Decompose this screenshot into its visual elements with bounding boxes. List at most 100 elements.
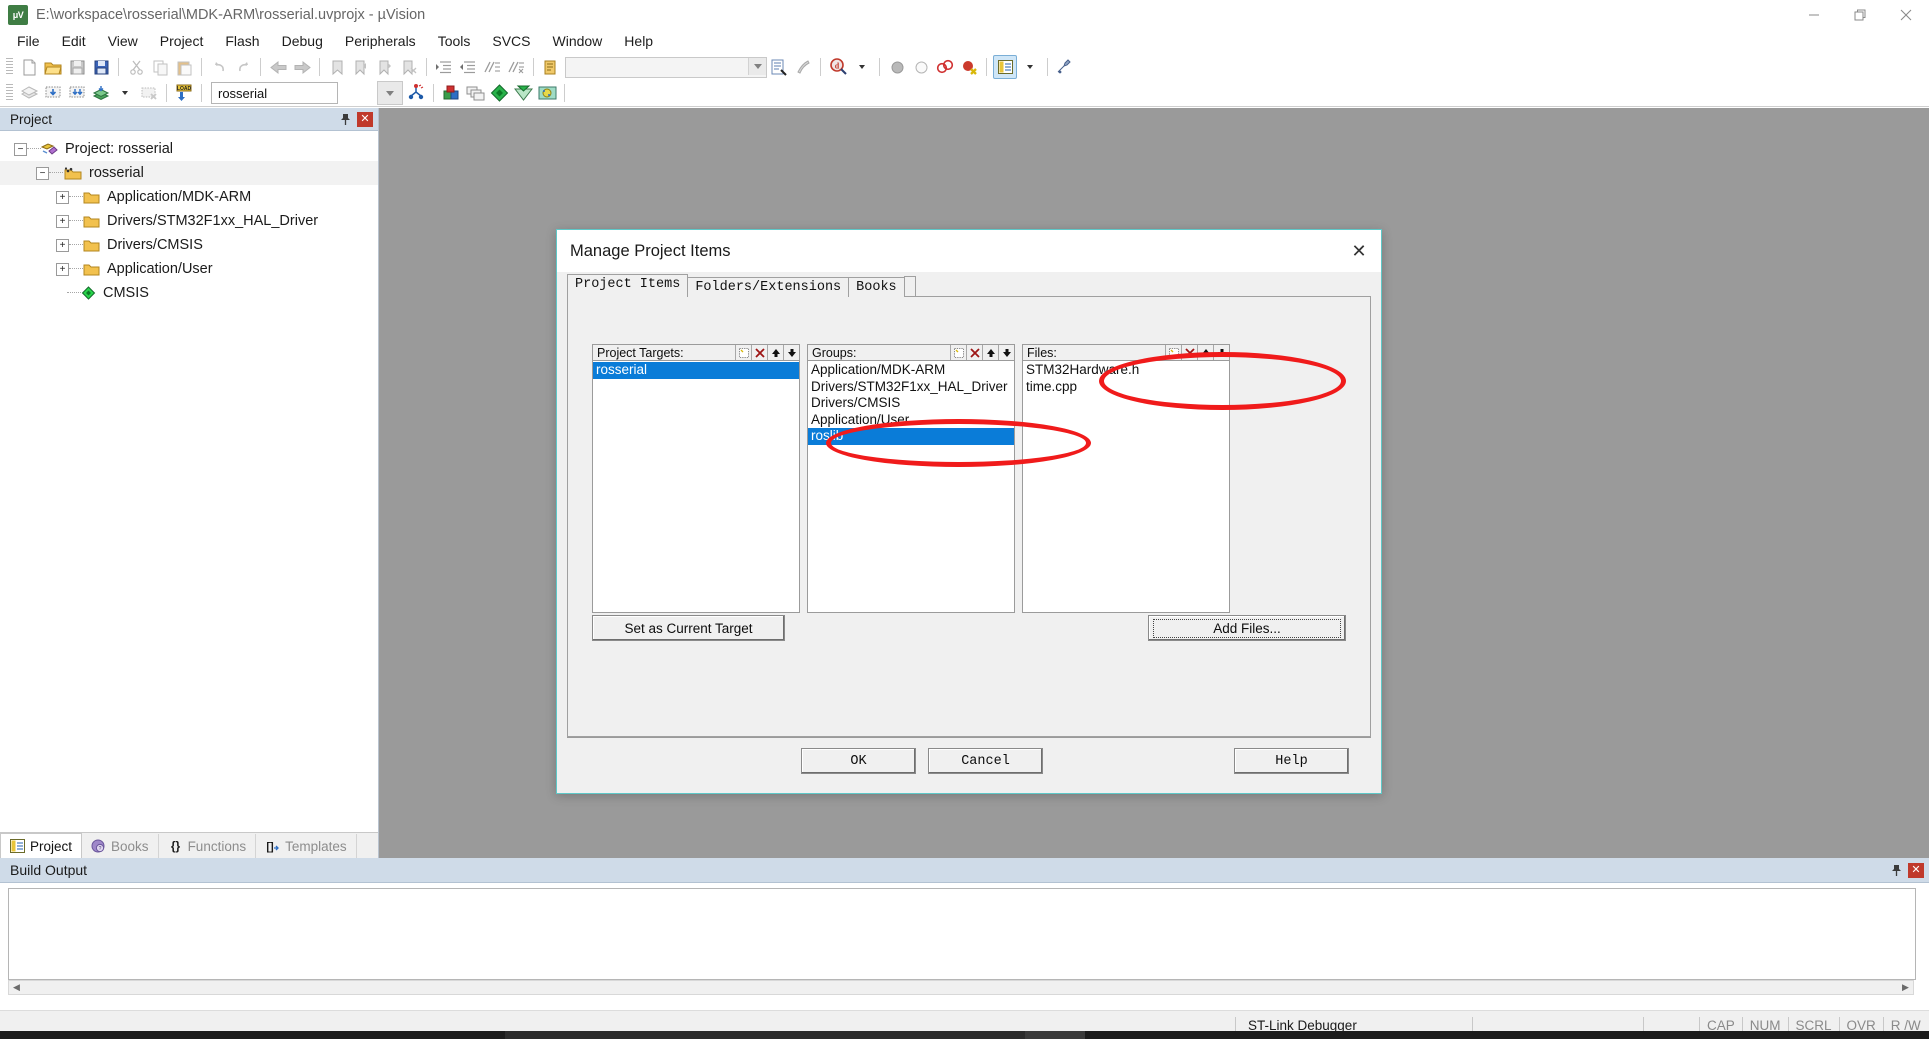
list-item[interactable]: roslib [808,428,1014,445]
redo-icon[interactable] [232,56,254,78]
cut-icon[interactable] [125,56,147,78]
new-file-icon[interactable] [18,56,40,78]
list-item[interactable]: Application/MDK-ARM [808,362,1014,379]
target-options-icon[interactable] [405,82,427,104]
translate-icon[interactable] [18,82,40,104]
groups-listbox[interactable]: Application/MDK-ARM Drivers/STM32F1xx_HA… [807,361,1015,613]
find-in-files-icon[interactable] [540,56,562,78]
paste-icon[interactable] [173,56,195,78]
build-output-text[interactable] [8,888,1916,980]
target-selector[interactable]: rosserial [211,82,338,104]
delete-item-icon[interactable] [966,345,982,360]
close-icon[interactable]: ✕ [1908,862,1924,878]
outdent-icon[interactable] [457,56,479,78]
toolbar-grip[interactable] [6,58,13,76]
dialog-close-button[interactable]: ✕ [1337,230,1381,272]
tree-node-application-mdk-arm[interactable]: + Application/MDK-ARM [0,185,378,209]
toolbar-grip[interactable] [6,84,13,102]
move-up-icon[interactable] [1197,345,1213,360]
help-button[interactable]: Help [1234,748,1349,774]
list-item[interactable]: Drivers/STM32F1xx_HAL_Driver [808,379,1014,396]
batch-build-icon[interactable] [90,82,112,104]
breakpoint-insert-icon[interactable] [886,56,908,78]
breakpoint-disable-all-icon[interactable] [958,56,980,78]
tree-expander[interactable]: + [56,190,69,204]
files-listbox[interactable]: STM32Hardware.h time.cpp [1022,361,1230,613]
project-window-dropdown-icon[interactable] [1019,56,1041,78]
list-item[interactable]: time.cpp [1023,379,1229,396]
list-item[interactable]: rosserial [593,362,799,379]
manage-run-time-env-icon[interactable] [512,82,534,104]
text-search-icon[interactable] [768,56,790,78]
pin-icon[interactable] [337,111,353,127]
delete-item-icon[interactable] [1181,345,1197,360]
chevron-down-icon[interactable] [748,57,766,75]
pack-installer-icon[interactable] [488,82,510,104]
navigate-forward-icon[interactable] [291,56,313,78]
menu-edit[interactable]: Edit [51,32,97,50]
bookmark-toggle-icon[interactable] [326,56,348,78]
new-item-icon[interactable] [1165,345,1181,360]
tree-expander[interactable]: + [56,262,69,276]
tab-books[interactable]: Books [848,277,905,297]
cancel-button[interactable]: Cancel [928,748,1043,774]
undo-icon[interactable] [208,56,230,78]
build-icon[interactable] [42,82,64,104]
menu-window[interactable]: Window [542,32,614,50]
open-file-icon[interactable] [42,56,64,78]
tab-project[interactable]: Project [0,833,83,859]
rebuild-icon[interactable] [66,82,88,104]
menu-tools[interactable]: Tools [427,32,482,50]
batch-build-dropdown-icon[interactable] [114,82,136,104]
move-down-icon[interactable] [1213,345,1229,360]
move-down-icon[interactable] [998,345,1014,360]
comment-icon[interactable] [481,56,503,78]
list-item[interactable]: Application/User [808,412,1014,429]
bookmark-clear-icon[interactable] [398,56,420,78]
close-button[interactable] [1883,0,1929,30]
tab-project-items[interactable]: Project Items [567,274,689,297]
tree-expander[interactable]: + [56,214,69,228]
menu-help[interactable]: Help [613,32,664,50]
bookmark-prev-icon[interactable] [350,56,372,78]
ok-button[interactable]: OK [801,748,916,774]
navigate-back-icon[interactable] [267,56,289,78]
tab-books[interactable]: ? Books [82,834,159,859]
tree-node-project-rosserial[interactable]: − Project: rosserial [0,137,378,161]
project-window-icon[interactable] [993,55,1017,79]
configure-icon[interactable] [1054,56,1076,78]
manage-project-items-icon[interactable] [440,82,462,104]
tree-expander[interactable]: − [14,142,27,156]
close-icon[interactable]: ✕ [357,111,373,127]
tree-node-cmsis[interactable]: CMSIS [0,281,378,305]
tree-node-rosserial-target[interactable]: − rosserial [0,161,378,185]
debug-search-dropdown-icon[interactable] [851,56,873,78]
breakpoint-kill-all-icon[interactable] [934,56,956,78]
maximize-button[interactable] [1837,0,1883,30]
list-item[interactable]: STM32Hardware.h [1023,362,1229,379]
multi-project-icon[interactable] [464,82,486,104]
menu-debug[interactable]: Debug [271,32,334,50]
breakpoint-disable-icon[interactable] [910,56,932,78]
search-combobox[interactable] [565,56,767,78]
bookmark-next-icon[interactable] [374,56,396,78]
menu-file[interactable]: File [6,32,51,50]
tree-expander[interactable]: + [56,238,69,252]
save-icon[interactable] [66,56,88,78]
build-output-horizontal-scrollbar[interactable]: ◀ ▶ [8,980,1914,995]
copy-icon[interactable] [149,56,171,78]
download-icon[interactable]: LOAD [173,82,195,104]
new-item-icon[interactable] [950,345,966,360]
project-targets-listbox[interactable]: rosserial [592,361,800,613]
tab-folders-extensions[interactable]: Folders/Extensions [687,277,850,297]
debug-search-icon[interactable]: d [827,56,849,78]
menu-view[interactable]: View [97,32,149,50]
tree-node-drivers-stm32f1xx-hal-driver[interactable]: + Drivers/STM32F1xx_HAL_Driver [0,209,378,233]
uncomment-icon[interactable] [505,56,527,78]
select-software-packs-icon[interactable] [536,82,558,104]
tree-node-application-user[interactable]: + Application/User [0,257,378,281]
stop-build-icon[interactable] [138,82,160,104]
scroll-left-icon[interactable]: ◀ [9,982,24,993]
add-files-button[interactable]: Add Files... [1148,615,1346,641]
menu-peripherals[interactable]: Peripherals [334,32,427,50]
